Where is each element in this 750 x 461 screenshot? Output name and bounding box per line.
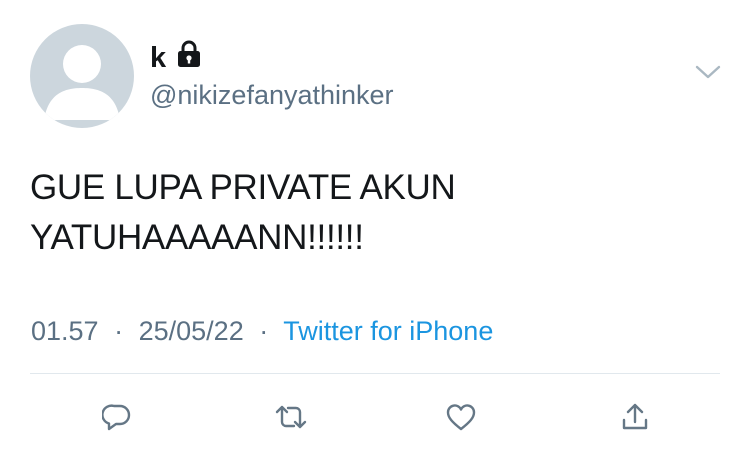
default-avatar-icon [44, 45, 120, 120]
lock-icon [176, 40, 202, 76]
display-name[interactable]: k [150, 40, 202, 76]
tweet-text-line: YATUHAAAAANN!!!!!! [30, 218, 364, 257]
tweet-date[interactable]: 25/05/22 [139, 316, 244, 346]
reply-icon [102, 404, 131, 431]
reply-button[interactable] [92, 392, 142, 442]
retweet-icon [275, 405, 307, 429]
retweet-button[interactable] [266, 392, 316, 442]
avatar[interactable] [30, 24, 134, 128]
display-name-text[interactable]: k [150, 41, 166, 75]
user-handle[interactable]: @nikizefanyathinker [150, 79, 394, 111]
heart-icon [446, 404, 476, 431]
meta-separator: · [259, 316, 269, 346]
tweet-source-link[interactable]: Twitter for iPhone [283, 316, 493, 346]
share-icon [622, 403, 648, 430]
tweet-text: GUE LUPA PRIVATE AKUN YATUHAAAAANN!!!!!! [30, 163, 710, 263]
share-button[interactable] [610, 392, 660, 442]
chevron-down-icon [695, 65, 721, 79]
tweet-actions-bar [0, 392, 750, 442]
tweet-time[interactable]: 01.57 [31, 316, 99, 346]
like-button[interactable] [436, 392, 486, 442]
divider [30, 373, 720, 374]
meta-separator: · [114, 316, 124, 346]
more-options-button[interactable] [694, 62, 722, 82]
tweet-metadata: 01.57 · 25/05/22 · Twitter for iPhone [31, 313, 493, 349]
tweet-text-line: GUE LUPA PRIVATE AKUN [30, 168, 456, 207]
